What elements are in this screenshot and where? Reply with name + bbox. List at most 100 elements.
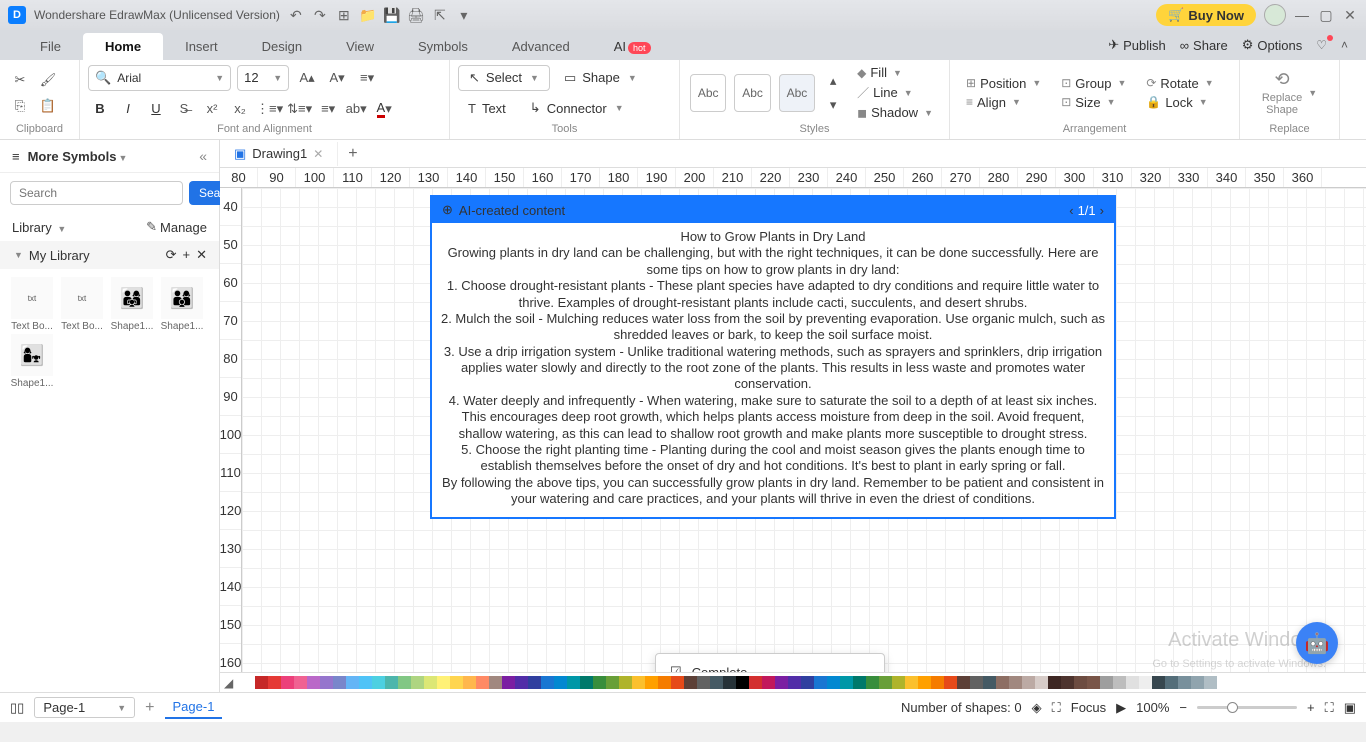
- color-swatch[interactable]: [736, 676, 749, 689]
- style-preset-3[interactable]: Abc: [779, 74, 815, 112]
- library-dropdown[interactable]: Library ▼: [12, 220, 66, 235]
- redo-icon[interactable]: ↷: [312, 7, 328, 23]
- shape-item[interactable]: txtText Bo...: [58, 277, 106, 332]
- layers-icon[interactable]: ◈: [1032, 700, 1042, 716]
- style-down-icon[interactable]: ▾: [821, 93, 845, 117]
- focus-button[interactable]: Focus: [1071, 700, 1106, 715]
- color-swatch[interactable]: [853, 676, 866, 689]
- color-swatch[interactable]: [788, 676, 801, 689]
- tab-insert[interactable]: Insert: [163, 33, 240, 60]
- font-family-select[interactable]: 🔍 ▼: [88, 65, 231, 91]
- color-swatch[interactable]: [463, 676, 476, 689]
- buy-now-button[interactable]: 🛒Buy Now: [1156, 4, 1256, 26]
- color-swatch[interactable]: [1022, 676, 1035, 689]
- color-swatch[interactable]: [580, 676, 593, 689]
- color-swatch[interactable]: [697, 676, 710, 689]
- color-swatch[interactable]: [957, 676, 970, 689]
- color-swatch[interactable]: [606, 676, 619, 689]
- undo-icon[interactable]: ↶: [288, 7, 304, 23]
- position-button[interactable]: ⊞ Position▼: [962, 75, 1045, 92]
- tab-home[interactable]: Home: [83, 33, 163, 60]
- color-swatch[interactable]: [385, 676, 398, 689]
- color-swatch[interactable]: [1113, 676, 1126, 689]
- color-swatch[interactable]: [515, 676, 528, 689]
- color-swatch[interactable]: [411, 676, 424, 689]
- publish-button[interactable]: ✈Publish: [1108, 37, 1166, 53]
- font-color-icon[interactable]: A▾: [372, 97, 396, 121]
- rotate-button[interactable]: ⟳ Rotate▼: [1142, 75, 1217, 92]
- shape-item[interactable]: 👩‍👧Shape1...: [8, 334, 56, 389]
- color-swatch[interactable]: [827, 676, 840, 689]
- italic-icon[interactable]: I: [116, 97, 140, 121]
- color-swatch[interactable]: [1152, 676, 1165, 689]
- color-swatch[interactable]: [593, 676, 606, 689]
- font-name-input[interactable]: [117, 71, 207, 85]
- color-swatch[interactable]: [567, 676, 580, 689]
- style-preset-1[interactable]: Abc: [690, 74, 726, 112]
- cut-icon[interactable]: ✂: [8, 68, 32, 92]
- add-tab-button[interactable]: +: [338, 141, 367, 167]
- tab-view[interactable]: View: [324, 33, 396, 60]
- color-swatch[interactable]: [476, 676, 489, 689]
- color-swatch[interactable]: [944, 676, 957, 689]
- replace-shape-button[interactable]: ⟲ Replace Shape: [1262, 69, 1302, 116]
- color-swatch[interactable]: [1074, 676, 1087, 689]
- maximize-icon[interactable]: ▢: [1318, 7, 1334, 23]
- new-icon[interactable]: ⊞: [336, 7, 352, 23]
- color-swatch[interactable]: [528, 676, 541, 689]
- color-swatch[interactable]: [424, 676, 437, 689]
- lib-refresh-icon[interactable]: ⟳: [166, 247, 177, 263]
- color-swatch[interactable]: [450, 676, 463, 689]
- color-swatch[interactable]: [892, 676, 905, 689]
- fill-button[interactable]: ◆ Fill▼: [853, 64, 937, 81]
- color-swatch[interactable]: [671, 676, 684, 689]
- color-swatch[interactable]: [437, 676, 450, 689]
- fit-icon[interactable]: ⛶: [1052, 700, 1061, 716]
- connector-tool[interactable]: ↳ Connector▼: [520, 96, 634, 120]
- highlight-icon[interactable]: ab▾: [344, 97, 368, 121]
- color-swatch[interactable]: [281, 676, 294, 689]
- color-swatch[interactable]: [866, 676, 879, 689]
- paste-icon[interactable]: 📋: [36, 94, 60, 118]
- color-swatch[interactable]: [1191, 676, 1204, 689]
- color-swatch[interactable]: [931, 676, 944, 689]
- zoom-level[interactable]: 100%: [1136, 700, 1169, 715]
- save-icon[interactable]: 💾: [384, 7, 400, 23]
- lock-button[interactable]: 🔒 Lock▼: [1142, 94, 1217, 111]
- color-swatch[interactable]: [1035, 676, 1048, 689]
- color-swatch[interactable]: [541, 676, 554, 689]
- more-symbols-title[interactable]: More Symbols▼: [28, 148, 192, 164]
- shape-item[interactable]: 👨‍👩‍👧Shape1...: [108, 277, 156, 332]
- color-swatch[interactable]: [996, 676, 1009, 689]
- collapse-sidebar-icon[interactable]: «: [199, 148, 207, 164]
- page-tab[interactable]: Page-1: [165, 696, 223, 719]
- tab-symbols[interactable]: Symbols: [396, 33, 490, 60]
- color-swatch[interactable]: [333, 676, 346, 689]
- style-preset-2[interactable]: Abc: [734, 74, 770, 112]
- color-swatch[interactable]: [255, 676, 268, 689]
- open-icon[interactable]: 📁: [360, 7, 376, 23]
- color-swatch[interactable]: [762, 676, 775, 689]
- color-swatch[interactable]: [645, 676, 658, 689]
- color-swatch[interactable]: [710, 676, 723, 689]
- color-swatch[interactable]: [1009, 676, 1022, 689]
- color-swatch[interactable]: [840, 676, 853, 689]
- zoom-slider[interactable]: [1197, 706, 1297, 709]
- color-swatch[interactable]: [619, 676, 632, 689]
- format-painter-icon[interactable]: 🖌: [36, 68, 60, 92]
- ai-prev-icon[interactable]: ‹: [1069, 203, 1073, 218]
- page-select[interactable]: Page-1▼: [34, 697, 135, 718]
- color-swatch[interactable]: [346, 676, 359, 689]
- color-swatch[interactable]: [775, 676, 788, 689]
- color-swatch[interactable]: [1178, 676, 1191, 689]
- align-icon[interactable]: ≡▾: [355, 66, 379, 90]
- presentation-icon[interactable]: ▶: [1116, 700, 1126, 716]
- color-swatch[interactable]: [294, 676, 307, 689]
- panel-toggle-icon[interactable]: ▣: [1344, 700, 1356, 716]
- eyedropper-icon[interactable]: ◢: [224, 676, 233, 690]
- tab-ai[interactable]: AIhot: [592, 33, 673, 60]
- increase-font-icon[interactable]: A▴: [295, 66, 319, 90]
- manage-button[interactable]: ✎ Manage: [146, 219, 207, 235]
- text-tool[interactable]: T Text: [458, 96, 516, 120]
- zoom-in-button[interactable]: +: [1307, 700, 1315, 715]
